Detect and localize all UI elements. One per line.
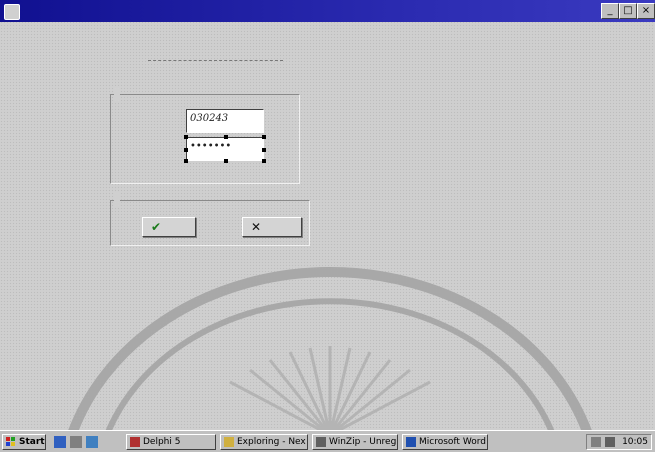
taskbar: Start Delphi 5 Exploring - Nex WinZip - … [0, 430, 655, 452]
selection-handle[interactable] [224, 135, 228, 139]
cancel-button[interactable]: ✕ [242, 217, 302, 237]
maximize-button[interactable]: □ [619, 3, 637, 19]
selection-handle[interactable] [262, 148, 266, 152]
winzip-icon [316, 437, 326, 447]
start-button[interactable]: Start [2, 434, 46, 450]
selection-handle[interactable] [224, 159, 228, 163]
system-tray: 10:05 [586, 434, 652, 450]
task-word[interactable]: Microsoft Word [402, 434, 488, 450]
login-group-label [114, 86, 120, 102]
selection-handle[interactable] [184, 148, 188, 152]
window-app-icon[interactable] [4, 4, 20, 20]
selection-handle[interactable] [184, 135, 188, 139]
confirm-group-label [114, 192, 120, 208]
username-input[interactable]: 030243 [186, 109, 264, 133]
password-input[interactable]: ••••••• [186, 137, 264, 161]
close-button[interactable]: × [637, 3, 655, 19]
folder-icon [224, 437, 234, 447]
minimize-button[interactable]: _ [601, 3, 619, 19]
emblem-watermark-icon [65, 267, 595, 440]
task-delphi[interactable]: Delphi 5 [126, 434, 216, 450]
title-bar[interactable]: _ □ × [0, 0, 655, 22]
heading-divider [148, 60, 283, 61]
tray-volume-icon[interactable] [591, 437, 601, 447]
start-label: Start [19, 437, 45, 447]
selection-handle[interactable] [184, 159, 188, 163]
window-title [24, 3, 344, 18]
task-label: Exploring - Nex [237, 437, 306, 447]
tray-network-icon[interactable] [605, 437, 615, 447]
application-window: _ □ × 030243 ••••••• ✔ ✕ Start Delphi 5 … [0, 0, 655, 452]
word-icon [406, 437, 416, 447]
cross-icon: ✕ [251, 220, 262, 234]
selection-handle[interactable] [262, 135, 266, 139]
delphi-icon [130, 437, 140, 447]
taskbar-clock[interactable]: 10:05 [622, 437, 648, 447]
quicklaunch-channels-icon[interactable] [86, 436, 98, 448]
check-icon: ✔ [151, 220, 162, 234]
task-winzip[interactable]: WinZip - Unregist... [312, 434, 398, 450]
task-exploring[interactable]: Exploring - Nex [220, 434, 308, 450]
task-label: Microsoft Word [419, 437, 486, 447]
quicklaunch-browser-icon[interactable] [54, 436, 66, 448]
ok-button[interactable]: ✔ [142, 217, 196, 237]
task-label: WinZip - Unregist... [329, 437, 397, 447]
task-label: Delphi 5 [143, 437, 181, 447]
quicklaunch-desktop-icon[interactable] [70, 436, 82, 448]
windows-logo-icon [6, 437, 15, 446]
selection-handle[interactable] [262, 159, 266, 163]
